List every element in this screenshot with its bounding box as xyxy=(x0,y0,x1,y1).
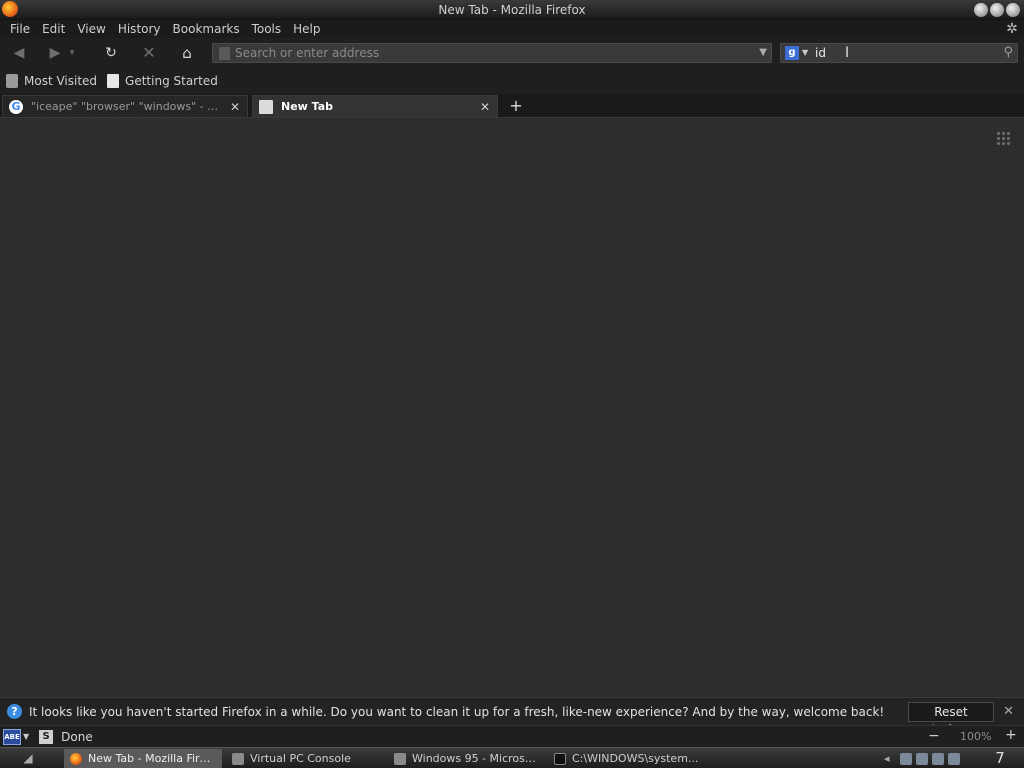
zoom-out-button[interactable]: − xyxy=(928,728,940,744)
page-icon xyxy=(259,99,273,114)
chevron-down-icon: ▾ xyxy=(69,48,75,58)
bookmark-getting-started[interactable]: Getting Started xyxy=(107,74,218,88)
back-arrow-icon: ◀ xyxy=(13,45,25,61)
question-icon: ? xyxy=(7,704,22,719)
tab-label: "iceape" "browser" "windows" - Goo... xyxy=(31,100,225,113)
tray-app-icon[interactable] xyxy=(900,753,912,765)
google-g-icon: G xyxy=(9,99,23,114)
status-text: Done xyxy=(61,729,93,744)
new-tab-page xyxy=(0,119,1024,697)
bookmark-label: Getting Started xyxy=(125,74,218,88)
tab-google-search[interactable]: G "iceape" "browser" "windows" - Goo... … xyxy=(2,95,248,117)
s-addon-icon[interactable]: S xyxy=(39,729,54,744)
taskbar-item-label: New Tab - Mozilla Firefox xyxy=(88,752,216,765)
zoom-level[interactable]: 100% xyxy=(960,730,991,743)
forward-button[interactable]: ▶ xyxy=(44,42,66,64)
menu-bookmarks[interactable]: Bookmarks xyxy=(167,21,246,37)
text-cursor-icon: I xyxy=(845,45,850,61)
taskbar-item-windows95[interactable]: Windows 95 - Microsof... xyxy=(388,749,546,768)
page-icon xyxy=(107,74,120,88)
command-prompt-icon xyxy=(554,752,566,765)
home-icon: ⌂ xyxy=(182,44,192,62)
start-icon: ◢ xyxy=(23,751,33,765)
history-dropdown-button[interactable]: ▾ xyxy=(66,42,78,64)
close-tab-icon[interactable]: ✕ xyxy=(229,100,241,114)
menu-edit[interactable]: Edit xyxy=(36,21,71,37)
bookmarks-toolbar: Most Visited Getting Started xyxy=(0,68,1024,94)
reset-firefox-button[interactable]: Reset Firefox... xyxy=(908,702,994,737)
notification-message: It looks like you haven't started Firefo… xyxy=(29,704,885,719)
system-tray: ◂ xyxy=(880,750,980,767)
reload-button[interactable]: ↻ xyxy=(100,42,122,64)
tray-app-icon[interactable] xyxy=(948,753,960,765)
window-title: New Tab - Mozilla Firefox xyxy=(438,3,586,17)
tab-label: New Tab xyxy=(281,100,334,113)
new-tab-button[interactable]: + xyxy=(504,95,528,117)
identity-icon xyxy=(219,47,230,60)
menu-tools[interactable]: Tools xyxy=(246,21,288,37)
taskbar-item-label: C:\WINDOWS\system... xyxy=(572,752,699,765)
tiles-grid-icon[interactable] xyxy=(996,131,1012,147)
minimize-button[interactable] xyxy=(974,3,988,17)
virtual-machine-icon xyxy=(394,752,406,765)
menu-help[interactable]: Help xyxy=(287,21,326,37)
bookmark-label: Most Visited xyxy=(24,74,98,88)
chevron-down-icon[interactable]: ▼ xyxy=(802,46,808,60)
reload-icon: ↻ xyxy=(105,45,117,61)
taskbar-item-firefox[interactable]: New Tab - Mozilla Firefox xyxy=(64,749,222,768)
stop-button[interactable]: ✕ xyxy=(138,42,160,64)
tab-new-tab[interactable]: New Tab ✕ xyxy=(252,95,498,117)
close-window-button[interactable] xyxy=(1006,3,1020,17)
maximize-button[interactable] xyxy=(990,3,1004,17)
zoom-in-button[interactable]: + xyxy=(1005,727,1017,743)
abe-icon[interactable]: ABE xyxy=(3,728,21,745)
navigation-toolbar: ◀ ▶ ▾ ↻ ✕ ⌂ ▼ g ▼ I ⚲ xyxy=(0,38,1024,68)
forward-arrow-icon: ▶ xyxy=(49,45,61,61)
tray-expand-icon[interactable]: ◂ xyxy=(884,750,890,767)
menu-bar: File Edit View History Bookmarks Tools H… xyxy=(0,20,1024,38)
address-input[interactable] xyxy=(235,45,735,61)
bookmark-most-visited[interactable]: Most Visited xyxy=(6,74,97,88)
menu-file[interactable]: File xyxy=(4,21,36,37)
throbber-icon: ✲ xyxy=(1006,21,1018,37)
virtual-pc-icon xyxy=(232,752,244,765)
close-icon[interactable]: ✕ xyxy=(1003,704,1014,719)
search-bar[interactable]: g ▼ I ⚲ xyxy=(780,43,1018,63)
taskbar-item-label: Windows 95 - Microsof... xyxy=(412,752,540,765)
home-button[interactable]: ⌂ xyxy=(176,42,198,64)
address-bar[interactable]: ▼ xyxy=(212,43,772,63)
plus-icon: + xyxy=(509,96,523,115)
tab-strip: G "iceape" "browser" "windows" - Goo... … xyxy=(0,94,1024,118)
google-search-engine-icon[interactable]: g xyxy=(785,46,799,60)
taskbar-item-cmd[interactable]: C:\WINDOWS\system... xyxy=(548,749,708,768)
tray-app-icon[interactable] xyxy=(916,753,928,765)
taskbar-item-virtual-pc[interactable]: Virtual PC Console xyxy=(226,749,386,768)
menu-history[interactable]: History xyxy=(112,21,167,37)
search-icon[interactable]: ⚲ xyxy=(1003,45,1013,61)
notification-bar: ? It looks like you haven't started Fire… xyxy=(0,697,1024,737)
window-controls xyxy=(974,3,1020,17)
taskbar-item-label: Virtual PC Console xyxy=(250,752,351,765)
start-button[interactable]: ◢ xyxy=(14,750,42,767)
menu-view[interactable]: View xyxy=(71,21,111,37)
firefox-icon xyxy=(70,752,82,765)
stop-icon: ✕ xyxy=(142,43,156,62)
clock[interactable]: 7 xyxy=(980,749,1020,768)
search-input[interactable] xyxy=(815,45,995,61)
taskbar: ◢ New Tab - Mozilla Firefox Virtual PC C… xyxy=(0,747,1024,768)
back-button[interactable]: ◀ xyxy=(8,42,30,64)
close-tab-icon[interactable]: ✕ xyxy=(479,100,491,114)
title-bar: New Tab - Mozilla Firefox xyxy=(0,0,1024,20)
status-bar: ABE ▼ S Done − 100% + xyxy=(0,725,1024,747)
most-visited-icon xyxy=(6,74,18,88)
chevron-down-icon[interactable]: ▼ xyxy=(23,732,29,741)
chevron-down-icon[interactable]: ▼ xyxy=(759,46,767,60)
tray-app-icon[interactable] xyxy=(932,753,944,765)
